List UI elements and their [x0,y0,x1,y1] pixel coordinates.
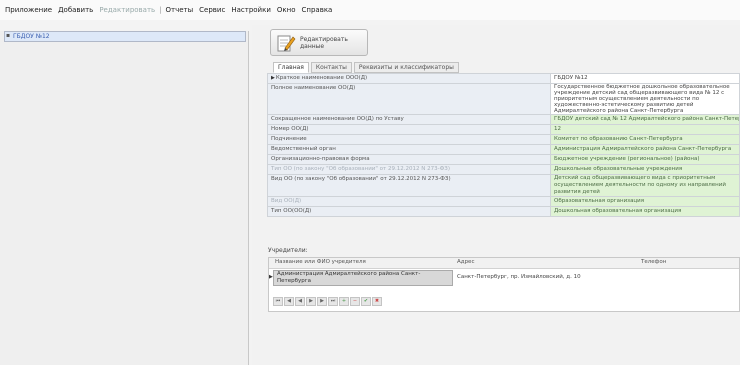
founders-title: Учредители: [268,247,308,254]
property-label: Сокращенное наименование ОО(Д) по Уставу [267,114,551,125]
property-value[interactable]: Администрация Адмиралтейского района Сан… [550,144,740,155]
row-marker-icon: ▶ [271,75,275,81]
property-label: Подчинение [267,134,551,145]
nav-cancel-icon[interactable]: ✖ [372,297,382,306]
menu-help[interactable]: Справка [299,6,336,14]
menu-reports[interactable]: Отчеты [163,6,197,14]
property-label-text: Вид ОО(Д) [271,198,302,204]
menu-window[interactable]: Окно [274,6,299,14]
property-value[interactable]: ГБДОУ детский сад № 12 Адмиралтейского р… [550,114,740,125]
col-founder-name[interactable]: Название или ФИО учредителя [275,259,366,265]
property-row[interactable]: Сокращенное наименование ОО(Д) по Уставу… [267,114,740,125]
property-label: Вид ОО(Д) [267,196,551,207]
pencil-paper-icon [276,33,296,53]
property-label: Вид ОО (по закону "Об образовании" от 29… [267,174,551,197]
property-label-text: Полное наименование ОО(Д) [271,85,356,91]
record-navigator: ⏮ ◀ ◀ ▶ ▶ ⏭ + − ✔ ✖ [273,297,382,306]
col-founder-address[interactable]: Адрес [457,259,474,265]
menu-bar: Приложение Добавить Редактировать | Отче… [0,0,740,20]
property-value[interactable]: ГБДОУ №12 [550,73,740,84]
col-founder-phone[interactable]: Телефон [641,259,666,265]
property-label: Полное наименование ОО(Д) [267,83,551,115]
tree-root-item[interactable]: ▪ ГБДОУ №12 [4,31,246,42]
edit-data-label: Редактировать данные [300,35,348,50]
founder-address-cell[interactable]: Санкт-Петербург, пр. Измайловский, д. 10 [457,274,581,280]
property-row[interactable]: Подчинение Комитет по образованию Санкт-П… [267,134,740,145]
property-row[interactable]: Вид ОО (по закону "Об образовании" от 29… [267,174,740,197]
properties-grid: ▶Краткое наименование ООО(Д) ГБДОУ №12 Пол… [267,73,740,217]
property-value[interactable]: Дошкольные образовательные учреждения [550,164,740,175]
menu-edit[interactable]: Редактировать [96,6,158,14]
property-row[interactable]: Ведомственный орган Администрация Адмирал… [267,144,740,155]
nav-prev-page-icon[interactable]: ◀ [284,297,294,306]
table-row[interactable]: ▶ Администрация Адмиралтейского района С… [269,269,739,287]
nav-post-icon[interactable]: ✔ [361,297,371,306]
property-label-text: Сокращенное наименование ОО(Д) по Уставу [271,116,404,122]
property-row[interactable]: Полное наименование ОО(Д) Государственное… [267,83,740,115]
tree-root-label: ГБДОУ №12 [13,33,50,40]
founders-header: Название или ФИО учредителя Адрес Телефо… [269,258,739,269]
property-value[interactable]: Дошкольная образовательная организация [550,206,740,217]
property-value[interactable]: Бюджетное учреждение (региональное) (рай… [550,154,740,165]
property-label-text: Номер ОО(Д) [271,126,309,132]
nav-next-icon[interactable]: ▶ [306,297,316,306]
property-value[interactable]: 12 [550,124,740,135]
tab-requisites[interactable]: Реквизиты и классификаторы [353,62,459,73]
property-value[interactable]: Комитет по образованию Санкт-Петербурга [550,134,740,145]
founders-grid: Название или ФИО учредителя Адрес Телефо… [268,257,740,312]
tab-contacts[interactable]: Контакты [310,62,352,73]
founder-name-cell[interactable]: Администрация Адмиралтейского района Сан… [273,270,453,286]
property-row[interactable]: Номер ОО(Д) 12 [267,124,740,135]
property-value[interactable]: Государственное бюджетное дошкольное обр… [550,83,740,115]
details-panel: Редактировать данные Главная Контакты Ре… [252,25,740,365]
edit-data-button[interactable]: Редактировать данные [270,29,368,56]
menu-app[interactable]: Приложение [2,6,55,14]
property-row[interactable]: Организационно-правовая форма Бюджетное у… [267,154,740,165]
menu-add[interactable]: Добавить [55,6,96,14]
menu-settings[interactable]: Настройки [228,6,274,14]
property-label-text: Подчинение [271,136,307,142]
nav-next-page-icon[interactable]: ▶ [317,297,327,306]
property-label: Тип ОО(ОО(Д) [267,206,551,217]
property-label: Номер ОО(Д) [267,124,551,135]
property-row[interactable]: Вид ОО(Д) Образовательная организация [267,196,740,207]
property-label-text: Тип ОО (по закону "Об образовании" от 29… [271,166,450,172]
nav-prev-icon[interactable]: ◀ [295,297,305,306]
property-label: ▶Краткое наименование ООО(Д) [267,73,551,84]
nav-first-icon[interactable]: ⏮ [273,297,283,306]
property-label-text: Тип ОО(ОО(Д) [271,208,312,214]
tree-panel: ▪ ГБДОУ №12 [0,31,249,365]
property-label-text: Ведомственный орган [271,146,336,152]
property-value[interactable]: Образовательная организация [550,196,740,207]
property-label-text: Краткое наименование ООО(Д) [275,75,368,81]
property-label: Ведомственный орган [267,144,551,155]
property-row[interactable]: ▶Краткое наименование ООО(Д) ГБДОУ №12 [267,73,740,84]
nav-add-icon[interactable]: + [339,297,349,306]
nav-delete-icon[interactable]: − [350,297,360,306]
property-label: Организационно-правовая форма [267,154,551,165]
tree-collapse-icon[interactable]: ▪ [6,33,11,39]
property-label-text: Вид ОО (по закону "Об образовании" от 29… [271,176,451,182]
tab-strip: Главная Контакты Реквизиты и классификат… [273,62,459,73]
tab-main[interactable]: Главная [273,62,309,73]
menu-service[interactable]: Сервис [196,6,228,14]
property-row[interactable]: Тип ОО(ОО(Д) Дошкольная образовательная о… [267,206,740,217]
property-value[interactable]: Детский сад общеразвивающего вида с прио… [550,174,740,197]
property-label: Тип ОО (по закону "Об образовании" от 29… [267,164,551,175]
nav-last-icon[interactable]: ⏭ [328,297,338,306]
property-label-text: Организационно-правовая форма [271,156,370,162]
property-row[interactable]: Тип ОО (по закону "Об образовании" от 29… [267,164,740,175]
